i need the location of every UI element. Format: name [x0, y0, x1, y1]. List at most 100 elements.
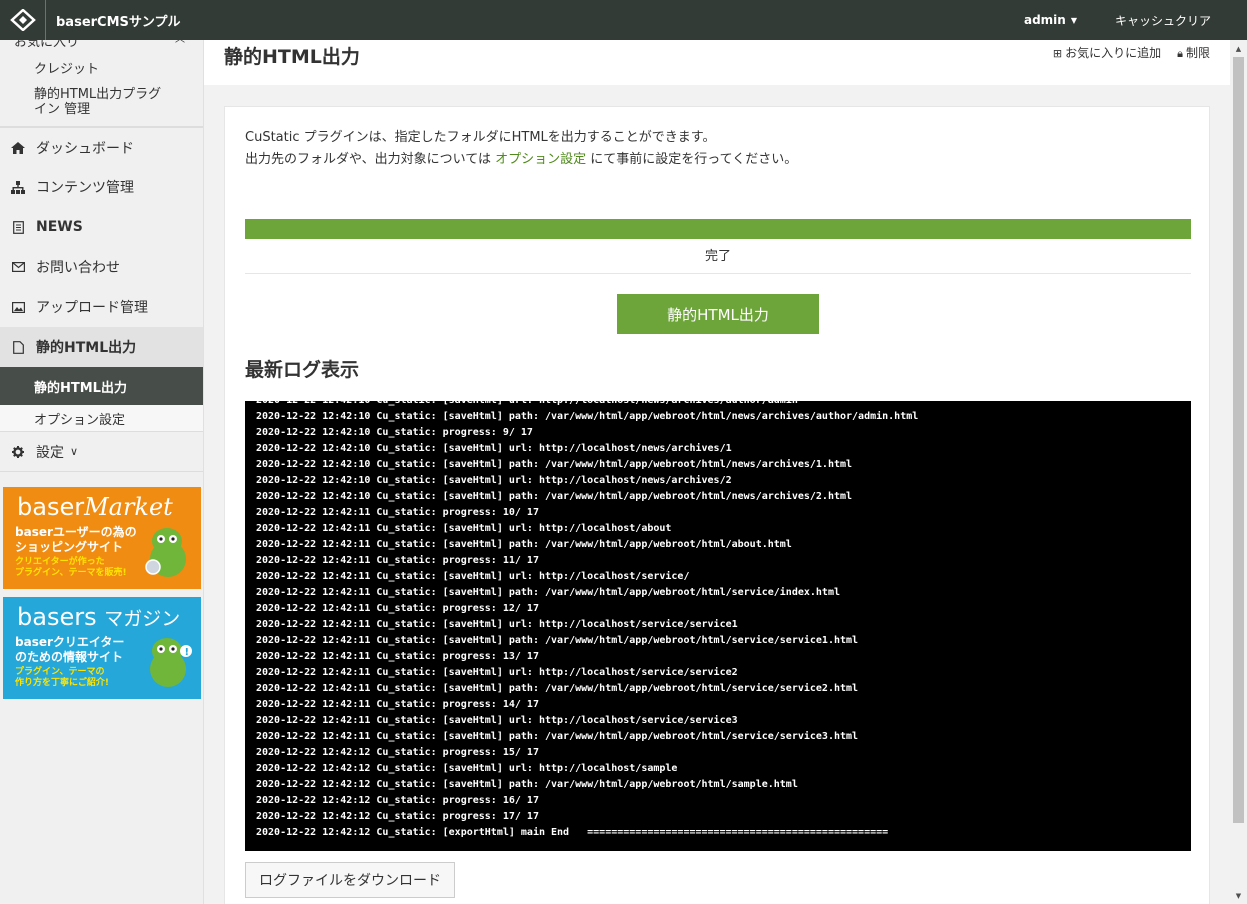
nav-label: お問い合わせ: [36, 260, 120, 276]
scroll-down-arrow-icon[interactable]: ▼: [1230, 887, 1247, 904]
nav-label: NEWS: [36, 219, 83, 235]
banner-line: プラグイン、テーマの: [15, 667, 105, 677]
progress-label: 完了: [704, 249, 731, 264]
gear-icon: [10, 445, 26, 458]
log-line: 2020-12-22 12:42:11 Cu_static: progress:…: [256, 603, 539, 614]
log-line: 2020-12-22 12:42:11 Cu_static: [saveHtml…: [256, 571, 690, 582]
nav-label: 静的HTML出力: [36, 340, 137, 356]
subnav-static-html-active[interactable]: 静的HTML出力: [0, 367, 203, 405]
banner-title-a: baser: [17, 493, 85, 521]
banner-line: クリエイターが作った: [15, 557, 105, 567]
divider: [0, 471, 203, 472]
scroll-up-arrow-icon[interactable]: ▲: [1230, 40, 1247, 57]
page-scrollbar[interactable]: ▲ ▼: [1230, 40, 1247, 904]
log-line: 2020-12-22 12:42:11 Cu_static: [saveHtml…: [256, 587, 840, 598]
banner-text: baserユーザーの為の ショッピングサイト: [15, 525, 137, 555]
description-line-2: 出力先のフォルダや、出力対象については オプション設定 にて事前に設定を行ってく…: [245, 149, 797, 171]
svg-text:!: !: [185, 647, 190, 658]
log-line: 2020-12-22 12:42:11 Cu_static: [saveHtml…: [256, 635, 859, 646]
log-line: 2020-12-22 12:42:12 Cu_static: progress:…: [256, 747, 539, 758]
description: CuStatic プラグインは、指定したフォルダにHTMLを出力することができま…: [245, 127, 797, 171]
sitemap-icon: [10, 180, 26, 194]
banner-title: baserMarket: [17, 493, 173, 521]
site-name-link[interactable]: baserCMSサンプル: [56, 11, 181, 30]
restrict-link[interactable]: 🔒︎ 制限: [1177, 44, 1210, 61]
log-line: 2020-12-22 12:42:11 Cu_static: progress:…: [256, 651, 539, 662]
log-line: 2020-12-22 12:42:11 Cu_static: progress:…: [256, 507, 539, 518]
download-log-button[interactable]: ログファイルをダウンロード: [245, 862, 455, 898]
restrict-label: 制限: [1185, 46, 1210, 60]
log-line: 2020-12-22 12:42:11 Cu_static: [saveHtml…: [256, 523, 672, 534]
lock-icon: 🔒︎: [1177, 47, 1183, 60]
progress-fill: [245, 219, 1191, 239]
log-line: 2020-12-22 12:42:10 Cu_static: [saveHtml…: [256, 443, 732, 454]
admin-label: admin: [1023, 13, 1066, 27]
log-title: 最新ログ表示: [245, 359, 360, 381]
log-lines: 2020-12-22 12:42:10 Cu_static: [saveHtml…: [256, 401, 1191, 841]
mail-icon: [10, 262, 26, 272]
caret-down-icon: ▼: [1070, 15, 1077, 25]
nav-label: ダッシュボード: [36, 140, 134, 157]
banner-line: baserクリエイター: [15, 635, 125, 649]
divider: [245, 273, 1191, 274]
subnav-option-settings[interactable]: オプション設定: [0, 405, 203, 431]
log-line: 2020-12-22 12:42:10 Cu_static: [saveHtml…: [256, 491, 853, 502]
banner-line: baserユーザーの為の: [15, 525, 137, 539]
favorite-item-static-html-plugin[interactable]: 静的HTML出力プラグイン 管理: [0, 87, 170, 117]
scroll-thumb[interactable]: [1233, 57, 1244, 823]
log-line: 2020-12-22 12:42:11 Cu_static: [saveHtml…: [256, 619, 738, 630]
image-icon: [10, 301, 26, 313]
banner-line: ショッピングサイト: [15, 540, 124, 554]
favorites-header[interactable]: お気に入り ︿: [0, 40, 203, 50]
mascot-icon: [145, 528, 186, 577]
nav-label: コンテンツ管理: [36, 180, 134, 196]
log-line: 2020-12-22 12:42:11 Cu_static: [saveHtml…: [256, 683, 859, 694]
banner-line: 作り方を丁寧にご紹介!: [15, 678, 109, 688]
static-html-export-button[interactable]: 静的HTML出力: [617, 294, 819, 334]
log-line: 2020-12-22 12:42:11 Cu_static: [saveHtml…: [256, 715, 738, 726]
nav-contact[interactable]: お問い合わせ: [0, 247, 203, 287]
nav-settings[interactable]: 設定 ∨: [0, 431, 203, 471]
basercms-logo-icon[interactable]: [0, 0, 46, 40]
main-content: 静的HTML出力 ⊞ お気に入りに追加 🔒︎ 制限 CuStatic プラグインは、…: [204, 40, 1230, 904]
log-line: 2020-12-22 12:42:10 Cu_static: [saveHtml…: [256, 475, 732, 486]
banner-subtext: プラグイン、テーマの 作り方を丁寧にご紹介!: [15, 667, 109, 689]
option-settings-link[interactable]: オプション設定: [495, 152, 586, 167]
baser-market-banner[interactable]: baserMarket baserユーザーの為の ショッピングサイト クリエイタ…: [3, 487, 201, 589]
admin-user-menu[interactable]: admin ▼: [1024, 13, 1077, 27]
chevron-up-icon[interactable]: ︿: [175, 40, 185, 45]
add-favorite-link[interactable]: ⊞ お気に入りに追加: [1053, 44, 1161, 61]
nav-news[interactable]: NEWS: [0, 207, 203, 247]
content-panel: CuStatic プラグインは、指定したフォルダにHTMLを出力することができま…: [224, 106, 1210, 904]
log-line: 2020-12-22 12:42:12 Cu_static: progress:…: [256, 811, 539, 822]
log-line: 2020-12-22 12:42:10 Cu_static: [saveHtml…: [256, 459, 853, 470]
sidebar: お気に入り ︿ クレジット 静的HTML出力プラグイン 管理 ダッシュボード コ…: [0, 40, 204, 904]
log-line: 2020-12-22 12:42:11 Cu_static: [saveHtml…: [256, 539, 792, 550]
cache-clear-link[interactable]: キャッシュクリア: [1115, 12, 1211, 29]
log-console[interactable]: 2020-12-22 12:42:10 Cu_static: [saveHtml…: [245, 401, 1191, 851]
banner-line: プラグイン、テーマを販売!: [15, 568, 127, 578]
banner-text: baserクリエイター のための情報サイト: [15, 635, 124, 665]
description-line-1: CuStatic プラグインは、指定したフォルダにHTMLを出力することができま…: [245, 130, 716, 145]
nav-dashboard[interactable]: ダッシュボード: [0, 127, 203, 167]
log-line: 2020-12-22 12:42:12 Cu_static: progress:…: [256, 795, 539, 806]
page-title: 静的HTML出力: [224, 46, 360, 68]
banner-title-b: Market: [84, 493, 173, 521]
favorite-item-credit[interactable]: クレジット: [0, 62, 99, 77]
banner-title-b: マガジン: [104, 608, 181, 630]
description-text: 出力先のフォルダや、出力対象については: [245, 152, 496, 167]
log-line: 2020-12-22 12:42:12 Cu_static: [exportHt…: [256, 827, 889, 838]
log-line: 2020-12-22 12:42:11 Cu_static: [saveHtml…: [256, 731, 859, 742]
mascot-icon: !: [150, 638, 192, 687]
banner-title: basers マガジン: [17, 603, 180, 631]
favorites-header-label: お気に入り: [14, 40, 80, 50]
log-line: 2020-12-22 12:42:10 Cu_static: progress:…: [256, 427, 533, 438]
nav-static-html[interactable]: 静的HTML出力: [0, 327, 203, 367]
log-line: 2020-12-22 12:42:10 Cu_static: [saveHtml…: [256, 401, 1191, 409]
nav-label: アップロード管理: [36, 300, 148, 316]
nav-upload[interactable]: アップロード管理: [0, 287, 203, 327]
banner-line: のための情報サイト: [15, 650, 124, 664]
progress-bar: [245, 219, 1191, 239]
nav-contents[interactable]: コンテンツ管理: [0, 167, 203, 207]
basers-magazine-banner[interactable]: basers マガジン baserクリエイター のための情報サイト プラグイン、…: [3, 597, 201, 699]
